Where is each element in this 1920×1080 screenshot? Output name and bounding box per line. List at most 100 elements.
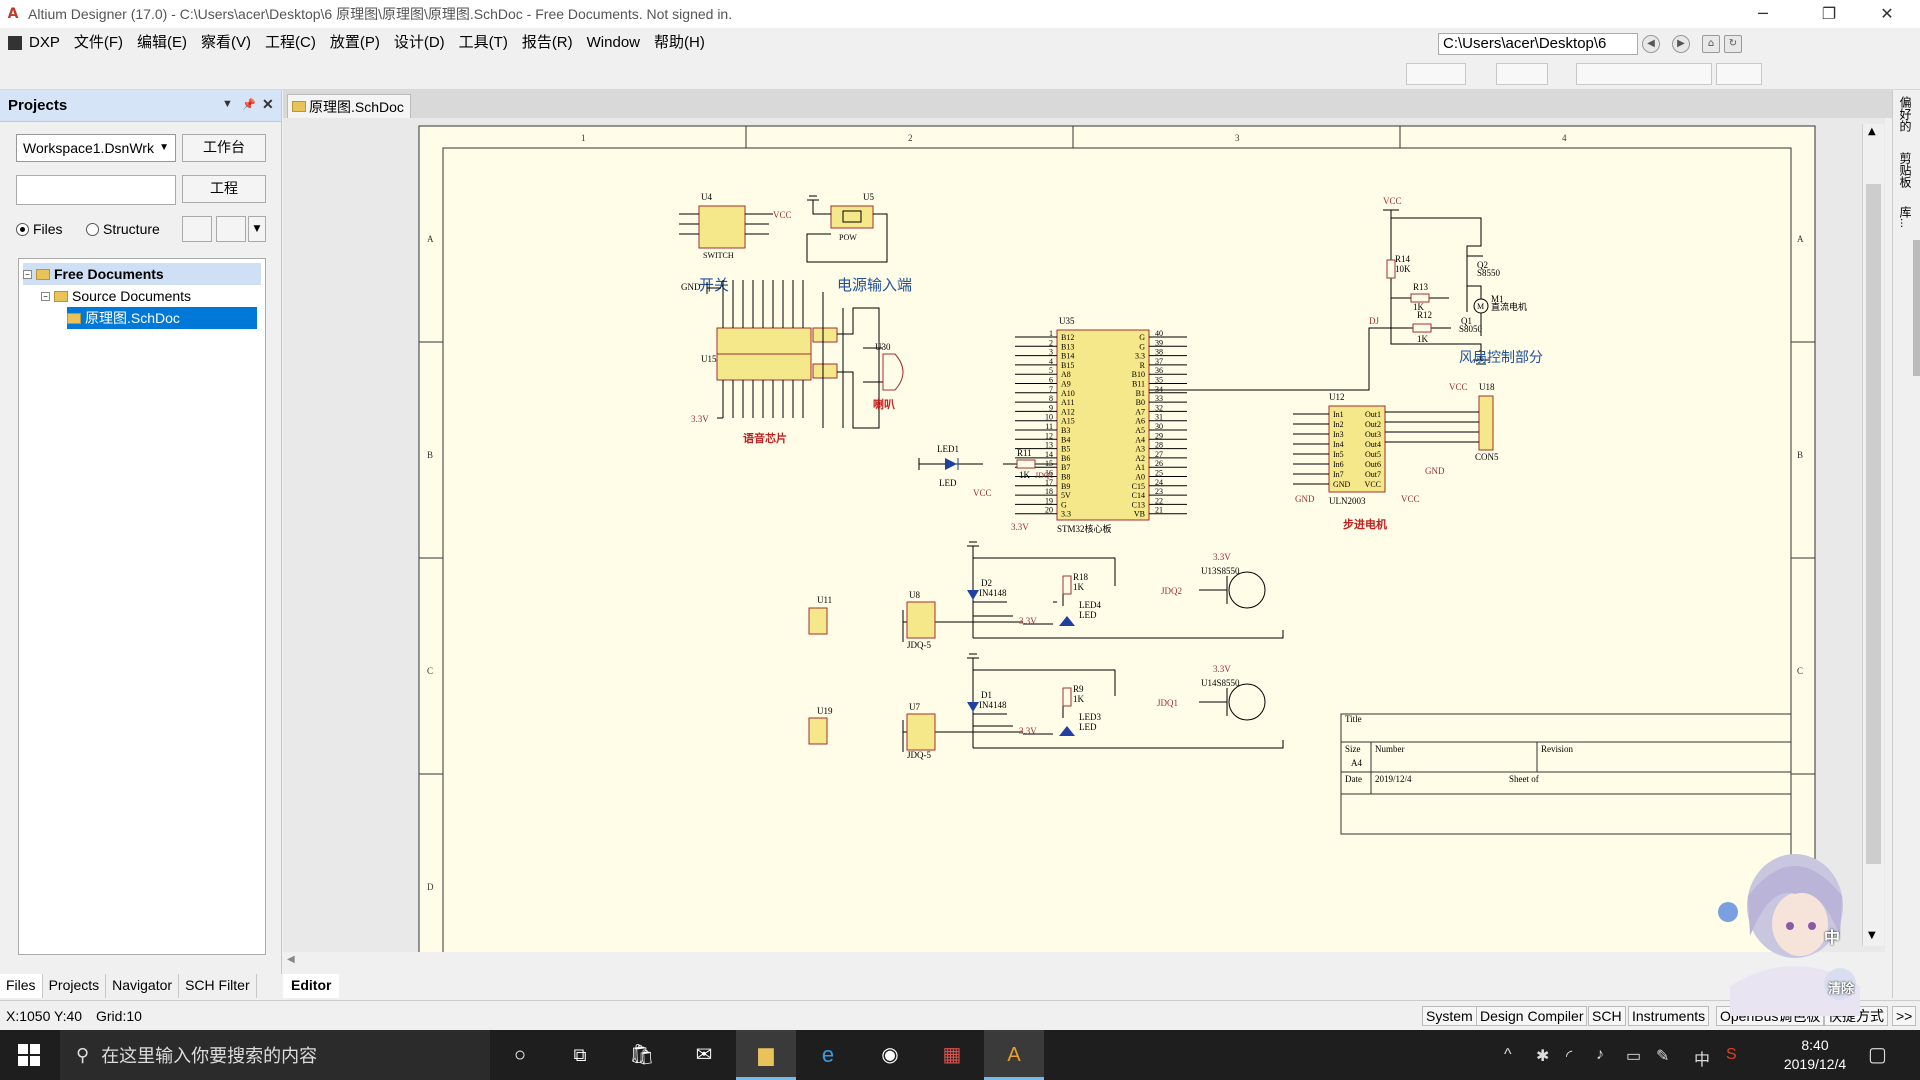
status-tab-instruments[interactable]: Instruments <box>1628 1006 1710 1026</box>
dock-tab-favorites[interactable]: 偏好的 <box>1897 96 1914 132</box>
compile-icon[interactable] <box>182 216 212 242</box>
scroll-up-icon[interactable]: ▲ <box>1868 126 1876 137</box>
mail-icon[interactable]: ✉ <box>674 1030 734 1080</box>
status-tab-design-compiler[interactable]: Design Compiler <box>1476 1006 1588 1026</box>
uln-left-pin-label: In4 <box>1333 440 1344 449</box>
collapse-icon[interactable]: − <box>41 291 50 301</box>
uln-gnd-label: GND <box>1295 494 1315 504</box>
vertical-scrollbar[interactable]: ▲ ▼ <box>1862 124 1884 946</box>
path-combo[interactable]: C:\Users\acer\Desktop\6 <box>1438 33 1638 55</box>
project-options-icon[interactable] <box>216 216 246 242</box>
windows-taskbar: ⚲ 在这里输入你要搜索的内容 ○ ⧉ 🛍 ✉ ▆ e ◉ ▦ A ^ ✱ ◜ ♪… <box>0 1030 1920 1080</box>
tray-expand-icon[interactable]: ^ <box>1504 1046 1512 1064</box>
editor-tab[interactable]: Editor <box>283 974 340 998</box>
radio-files[interactable]: Files <box>16 221 63 237</box>
tree-item-schdoc[interactable]: 原理图.SchDoc <box>67 307 257 329</box>
menu-edit[interactable]: 编辑(E) <box>130 28 194 58</box>
menu-dxp[interactable]: DXP <box>22 28 67 58</box>
menu-reports[interactable]: 报告(R) <box>515 28 580 58</box>
mcu-left-pin-label: A10 <box>1061 389 1075 398</box>
menu-place[interactable]: 放置(P) <box>323 28 387 58</box>
pen-icon[interactable]: ✎ <box>1656 1046 1669 1066</box>
vertical-scroll-thumb[interactable] <box>1866 184 1881 864</box>
radio-structure[interactable]: Structure <box>86 221 160 237</box>
mcu-right-pin-label: A2 <box>1135 454 1145 463</box>
schematic-canvas[interactable]: 1 2 3 4 A B C D A B C D U4 SWITCH VCC 开关 <box>283 118 1885 952</box>
u4-ref: U4 <box>701 192 712 202</box>
workspace-button[interactable]: 工作台 <box>182 134 266 162</box>
tb-number: Number <box>1375 744 1405 754</box>
edge-icon[interactable]: e <box>798 1030 858 1080</box>
mcu-left-pin-label: B5 <box>1061 445 1070 454</box>
horizontal-scrollbar[interactable]: ◀ <box>283 952 1861 972</box>
zone-row-b: B <box>427 450 433 460</box>
network-icon[interactable]: ◜ <box>1566 1046 1572 1066</box>
close-button[interactable]: ✕ <box>1864 0 1910 28</box>
tab-files[interactable]: Files <box>0 974 43 998</box>
project-button[interactable]: 工程 <box>182 175 266 203</box>
battery-icon[interactable]: ▭ <box>1626 1046 1641 1066</box>
file-explorer-icon[interactable]: ▆ <box>736 1030 796 1080</box>
panel-pin-icon[interactable]: 📌 <box>242 98 256 111</box>
status-tab-more[interactable]: >> <box>1892 1006 1917 1026</box>
panel-close-icon[interactable]: ✕ <box>262 96 274 113</box>
collapse-icon[interactable]: − <box>23 269 32 279</box>
media-app-icon[interactable]: ◉ <box>860 1030 920 1080</box>
menu-window[interactable]: Window <box>580 28 647 58</box>
tab-navigator[interactable]: Navigator <box>106 974 180 998</box>
menu-project[interactable]: 工程(C) <box>258 28 323 58</box>
refresh-icon[interactable]: ↻ <box>1724 35 1742 53</box>
document-tab[interactable]: 原理图.SchDoc <box>287 94 411 118</box>
project-select[interactable] <box>16 175 176 205</box>
winrar-icon[interactable]: ▦ <box>922 1030 982 1080</box>
back-icon[interactable]: ◀ <box>1642 35 1660 53</box>
status-tab-sch[interactable]: SCH <box>1588 1006 1626 1026</box>
notification-icon[interactable]: ▢ <box>1868 1042 1887 1067</box>
taskbar-search-box[interactable]: ⚲ 在这里输入你要搜索的内容 <box>60 1030 490 1080</box>
store-icon[interactable]: 🛍 <box>612 1030 672 1080</box>
workspace-select[interactable]: Workspace1.DsnWrk ▼ <box>16 134 176 162</box>
dock-tab-library[interactable]: 库... <box>1897 206 1914 228</box>
widget-clear-label[interactable]: 清除 <box>1828 978 1854 997</box>
minimize-button[interactable]: ─ <box>1740 0 1786 28</box>
toolbar-combo-1[interactable] <box>1406 63 1466 85</box>
panel-menu-icon[interactable]: ▼ <box>222 98 233 110</box>
tray-app-icon[interactable]: ✱ <box>1536 1046 1549 1066</box>
forward-icon[interactable]: ▶ <box>1672 35 1690 53</box>
mcu-left-pin-label: B13 <box>1061 342 1074 351</box>
tab-sch-filter[interactable]: SCH Filter <box>179 974 257 998</box>
uln-right-pin-label: Out6 <box>1365 460 1381 469</box>
tab-projects[interactable]: Projects <box>43 974 107 998</box>
scroll-left-icon[interactable]: ◀ <box>287 954 295 965</box>
ime-indicator[interactable]: 中 <box>1694 1046 1710 1070</box>
mcu-right-pin-label: A0 <box>1135 473 1145 482</box>
toolbar-combo-2[interactable] <box>1496 63 1548 85</box>
mcu-left-pin-number: 20 <box>1045 506 1053 515</box>
volume-icon[interactable]: ♪ <box>1596 1046 1604 1064</box>
toolbar-combo-3[interactable] <box>1576 63 1712 85</box>
menu-view[interactable]: 察看(V) <box>194 28 258 58</box>
dropdown-arrow-icon[interactable]: ▼ <box>248 216 266 242</box>
windows-start-icon[interactable] <box>18 1044 40 1066</box>
menu-tools[interactable]: 工具(T) <box>452 28 515 58</box>
tree-item-free-documents[interactable]: − Free Documents <box>23 263 261 285</box>
task-view-icon[interactable]: ⧉ <box>550 1030 610 1080</box>
dock-tab-clipboard[interactable]: 剪贴板 <box>1897 152 1914 188</box>
status-tab-system[interactable]: System <box>1422 1006 1477 1026</box>
menu-design[interactable]: 设计(D) <box>387 28 452 58</box>
desktop-mascot-widget[interactable]: 中 清除 <box>1700 836 1870 1016</box>
taskbar-clock[interactable]: 8:40 2019/12/4 <box>1760 1036 1870 1074</box>
uln-right-pin-label: Out1 <box>1365 410 1381 419</box>
toolbar-combo-4[interactable] <box>1716 63 1762 85</box>
dock-scroll-handle[interactable] <box>1913 240 1920 376</box>
sogou-ime-icon[interactable]: S <box>1726 1046 1737 1064</box>
menu-file[interactable]: 文件(F) <box>67 28 130 58</box>
tree-item-source-documents[interactable]: − Source Documents <box>41 285 191 307</box>
q2-value: S8550 <box>1477 268 1501 278</box>
home-icon[interactable]: ⌂ <box>1702 35 1720 53</box>
maximize-button[interactable]: ❐ <box>1806 0 1852 28</box>
menu-help[interactable]: 帮助(H) <box>647 28 712 58</box>
altium-taskbar-icon[interactable]: A <box>984 1030 1044 1080</box>
cortana-icon[interactable]: ○ <box>490 1030 550 1080</box>
right-dock-panel: 偏好的 剪贴板 库... <box>1892 90 1920 998</box>
